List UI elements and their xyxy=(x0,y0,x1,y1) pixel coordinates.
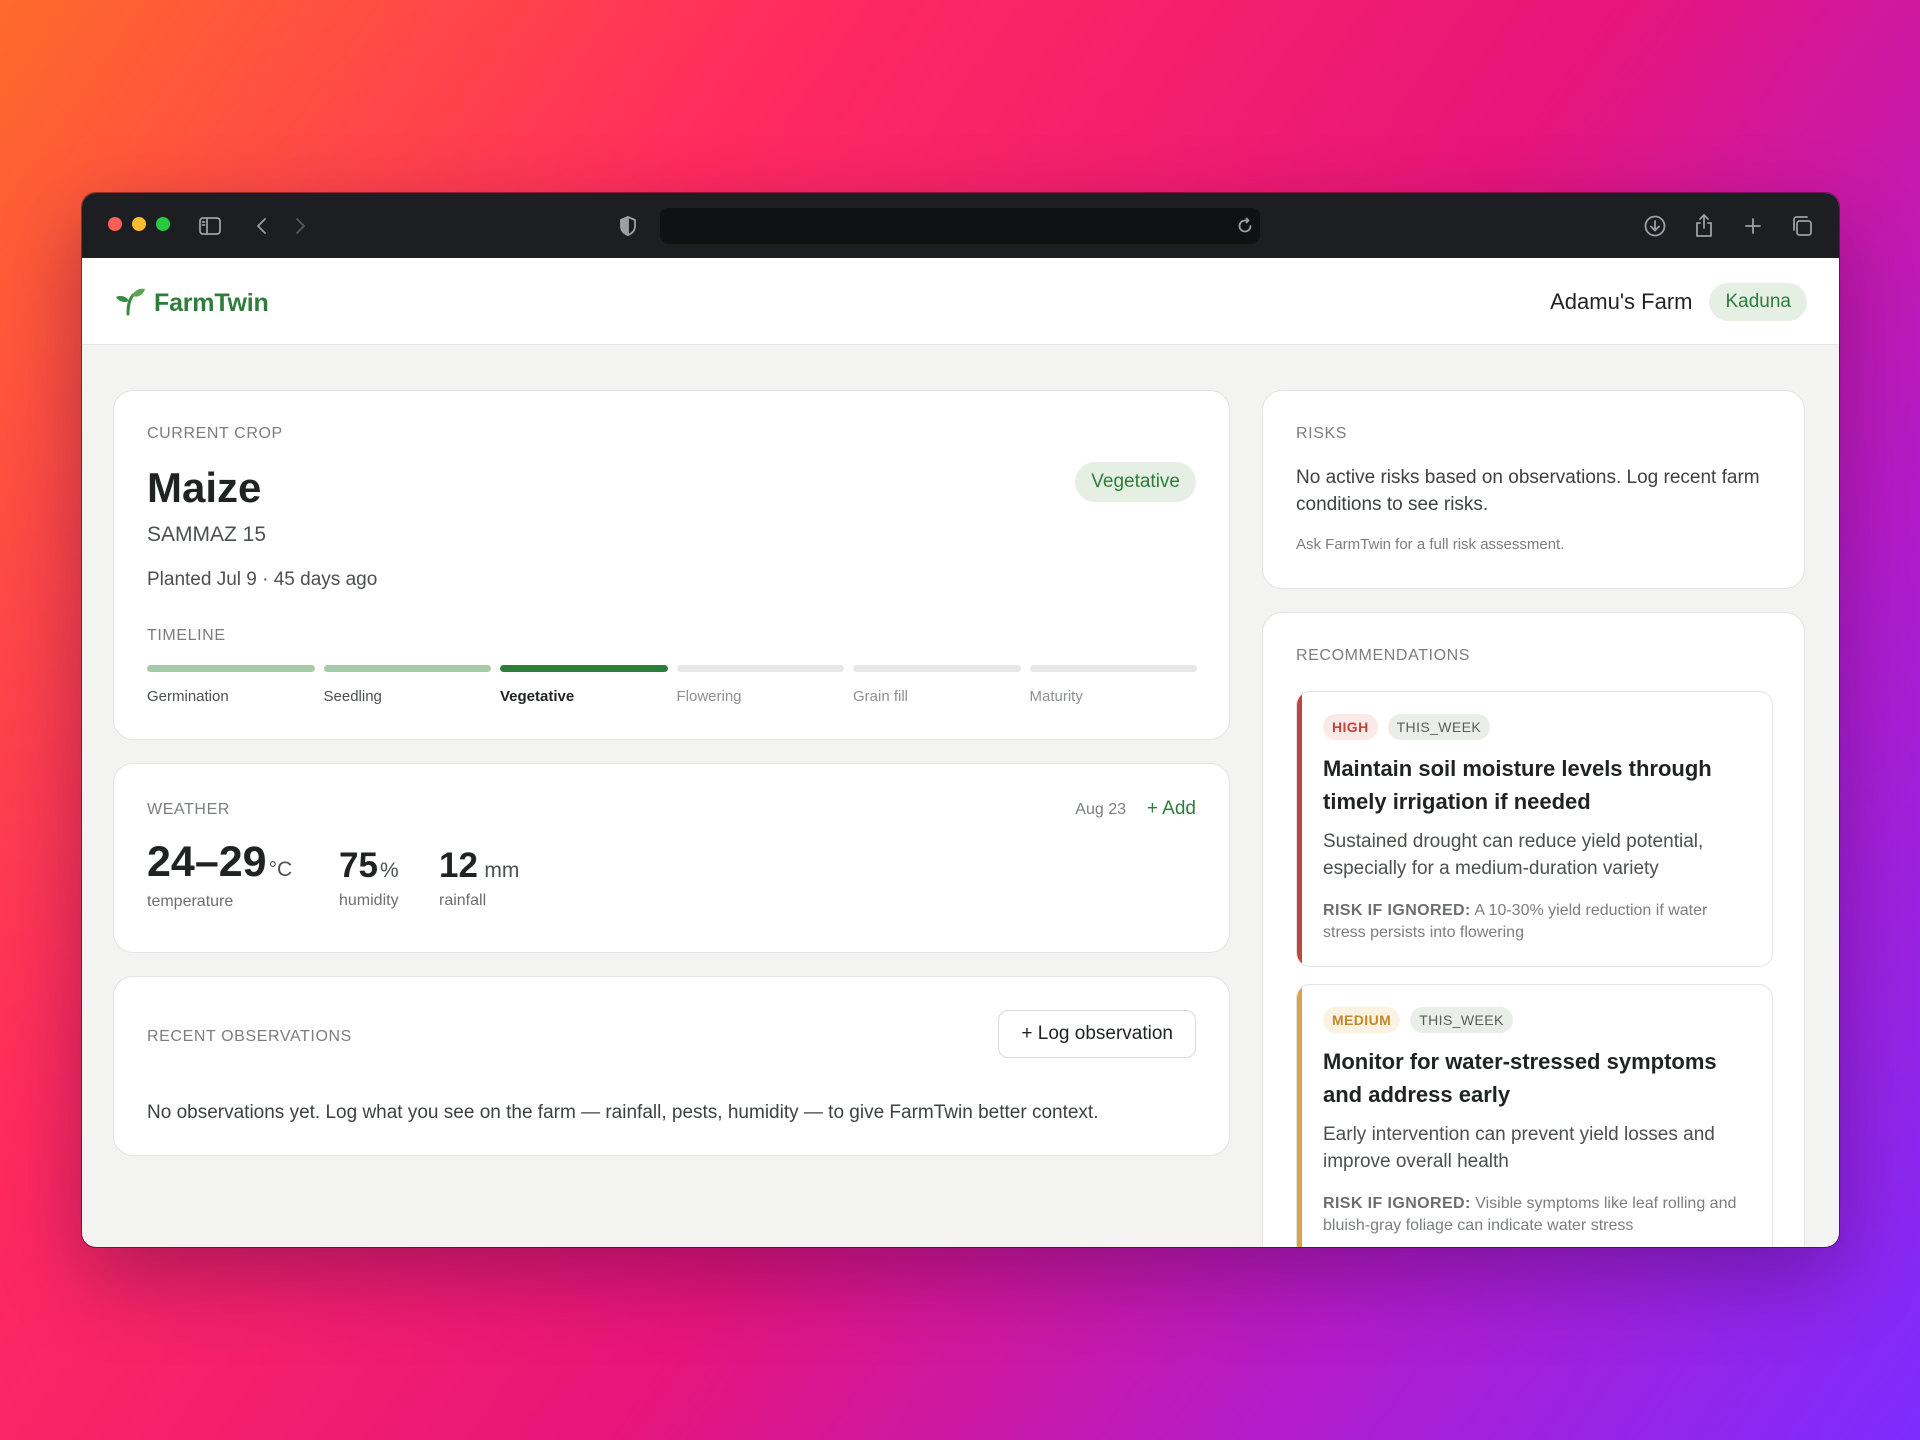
browser-titlebar xyxy=(82,193,1839,258)
observations-card: RECENT OBSERVATIONS + Log observation No… xyxy=(113,976,1230,1156)
recommendations-card: RECOMMENDATIONS HIGH THIS_WEEK Maintain … xyxy=(1262,612,1805,1247)
observations-empty-text: No observations yet. Log what you see on… xyxy=(147,1102,1099,1123)
farm-name[interactable]: Adamu's Farm xyxy=(1550,289,1692,315)
priority-badge: HIGH xyxy=(1323,714,1378,740)
recommendation-body: Early intervention can prevent yield los… xyxy=(1323,1124,1715,1172)
timeline-step-label: Seedling xyxy=(323,688,382,705)
humidity-unit: % xyxy=(379,859,399,882)
crop-name: Maize xyxy=(147,464,262,511)
recommendation-tags: HIGH THIS_WEEK xyxy=(1323,714,1491,740)
planted-date: Planted Jul 9 · 45 days ago xyxy=(147,569,378,590)
risk-if-ignored-label: RISK IF IGNORED: xyxy=(1323,902,1471,919)
address-bar[interactable] xyxy=(660,208,1260,244)
timeline-bar xyxy=(1029,665,1197,672)
timeline-step: Flowering xyxy=(676,665,844,705)
timeline-bar xyxy=(853,665,1021,672)
risks-card: RISKS No active risks based on observati… xyxy=(1262,390,1805,589)
timeline-step-label: Flowering xyxy=(676,688,742,705)
timeline-bar xyxy=(323,665,491,672)
timeline-step: Grain fill xyxy=(853,665,1021,705)
timeline-step-label: Germination xyxy=(147,688,229,705)
priority-badge: MEDIUM xyxy=(1323,1007,1401,1033)
reload-icon[interactable] xyxy=(1231,212,1259,240)
dashboard-content: CURRENT CROP Maize SAMMAZ 15 Planted Jul… xyxy=(82,345,1839,1247)
share-icon[interactable] xyxy=(1690,212,1718,240)
growth-timeline: Germination Seedling Vegetative Flowering Gr… xyxy=(147,665,1197,705)
rainfall-unit: mm xyxy=(484,859,520,882)
timeline-step: Germination xyxy=(147,665,315,705)
recommendation-item[interactable]: HIGH THIS_WEEK Maintain soil moisture le… xyxy=(1296,691,1773,967)
location-badge: Kaduna xyxy=(1709,283,1807,321)
timeline-step-label: Grain fill xyxy=(853,688,909,705)
zoom-window-button[interactable] xyxy=(156,217,170,231)
forward-icon[interactable] xyxy=(286,212,314,240)
timeline-step: Vegetative xyxy=(500,665,668,705)
current-crop-card: CURRENT CROP Maize SAMMAZ 15 Planted Jul… xyxy=(113,390,1230,740)
temperature-stat: 24–29°C temperature xyxy=(147,838,292,911)
weather-date: Aug 23 xyxy=(1075,801,1126,818)
temperature-unit: °C xyxy=(268,858,293,881)
recommendation-title: Monitor for water-stressed symptoms and … xyxy=(1323,1049,1717,1107)
timeline-bar xyxy=(500,665,668,672)
risk-assessment-note: Ask FarmTwin for a full risk assessment. xyxy=(1296,536,1565,553)
weather-card: WEATHER Aug 23 + Add 24–29°C temperature… xyxy=(113,763,1230,953)
brand-name: FarmTwin xyxy=(154,289,269,317)
recommendation-item[interactable]: MEDIUM THIS_WEEK Monitor for water-stres… xyxy=(1296,984,1773,1247)
risk-if-ignored: RISK IF IGNORED: Visible symptoms like l… xyxy=(1323,1193,1753,1237)
humidity-value: 75 xyxy=(339,846,378,885)
timeline-step: Maturity xyxy=(1029,665,1197,705)
log-observation-button[interactable]: + Log observation xyxy=(998,1010,1196,1058)
temperature-value: 24–29 xyxy=(147,838,267,886)
app-header: FarmTwin Adamu's Farm Kaduna xyxy=(82,258,1839,345)
timing-badge: THIS_WEEK xyxy=(1387,714,1491,740)
section-label: RECOMMENDATIONS xyxy=(1296,647,1471,664)
timeline-step-label: Maturity xyxy=(1029,688,1083,705)
section-label: RECENT OBSERVATIONS xyxy=(147,1028,352,1045)
close-window-button[interactable] xyxy=(108,217,122,231)
farm-info: Adamu's Farm Kaduna xyxy=(1550,283,1807,321)
rainfall-caption: rainfall xyxy=(439,892,487,909)
temperature-caption: temperature xyxy=(147,893,234,910)
humidity-caption: humidity xyxy=(339,892,399,909)
recommendation-title: Maintain soil moisture levels through ti… xyxy=(1323,756,1712,814)
recommendation-body: Sustained drought can reduce yield poten… xyxy=(1323,831,1704,879)
timing-badge: THIS_WEEK xyxy=(1410,1007,1513,1033)
tab-overview-icon[interactable] xyxy=(1788,212,1816,240)
risks-empty-text: No active risks based on observations. L… xyxy=(1296,467,1760,515)
section-label: WEATHER xyxy=(147,801,231,818)
timeline-bar xyxy=(676,665,844,672)
humidity-stat: 75% humidity xyxy=(339,846,399,910)
timeline-step-label: Vegetative xyxy=(500,688,575,705)
add-weather-button[interactable]: + Add xyxy=(1147,798,1196,820)
sprout-icon xyxy=(114,286,146,321)
browser-window: FarmTwin Adamu's Farm Kaduna CURRENT CRO… xyxy=(82,193,1839,1247)
crop-variety: SAMMAZ 15 xyxy=(147,523,267,546)
section-label: RISKS xyxy=(1296,425,1348,442)
rainfall-value: 12 xyxy=(439,846,478,885)
new-tab-icon[interactable] xyxy=(1739,212,1767,240)
risk-if-ignored: RISK IF IGNORED: A 10-30% yield reductio… xyxy=(1323,900,1753,944)
timeline-step: Seedling xyxy=(323,665,491,705)
brand-logo[interactable]: FarmTwin xyxy=(114,286,269,321)
rainfall-stat: 12 mm rainfall xyxy=(439,846,519,910)
window-controls xyxy=(108,217,170,231)
back-icon[interactable] xyxy=(248,212,276,240)
download-icon[interactable] xyxy=(1641,212,1669,240)
timeline-label: TIMELINE xyxy=(147,627,226,644)
privacy-shield-icon[interactable] xyxy=(614,212,642,240)
stage-badge: Vegetative xyxy=(1075,462,1196,502)
risk-if-ignored-label: RISK IF IGNORED: xyxy=(1323,1195,1471,1212)
sidebar-toggle-icon[interactable] xyxy=(196,212,224,240)
minimize-window-button[interactable] xyxy=(132,217,146,231)
timeline-bar xyxy=(147,665,315,672)
recommendation-tags: MEDIUM THIS_WEEK xyxy=(1323,1007,1513,1033)
section-label: CURRENT CROP xyxy=(147,425,283,442)
